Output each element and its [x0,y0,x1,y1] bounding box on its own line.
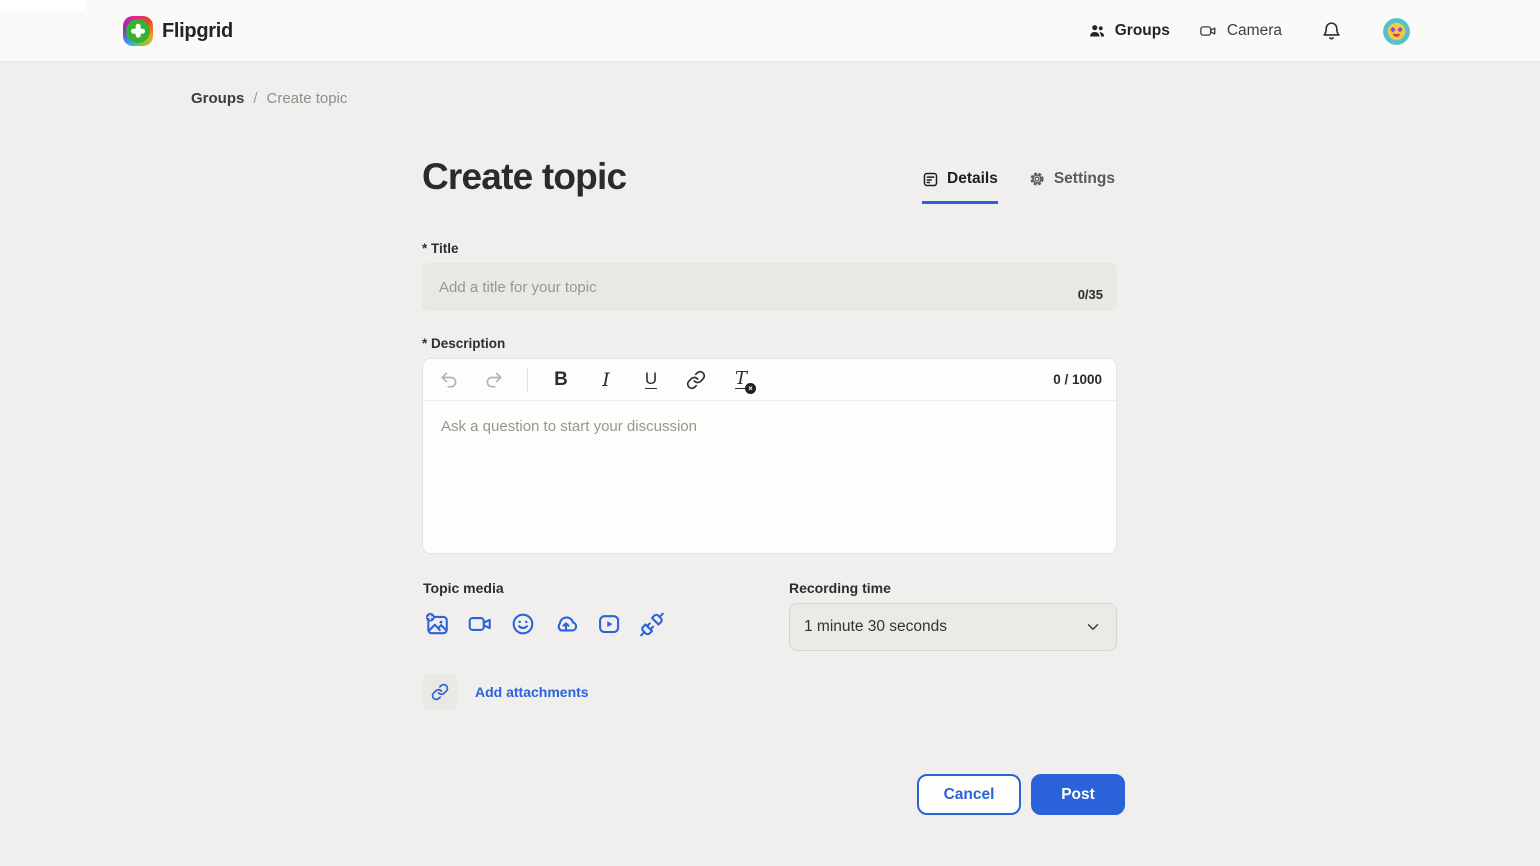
add-video-link-button[interactable] [596,611,622,637]
people-icon [1087,22,1107,40]
underline-button[interactable]: U [645,370,657,389]
integrations-button[interactable] [639,611,665,637]
rich-text-toolbar: B I U T× 0 / 1000 [423,359,1116,401]
clear-formatting-button[interactable]: T× [729,368,753,392]
redo-icon [484,370,504,390]
tab-settings[interactable]: Settings [1028,170,1115,204]
nav-camera[interactable]: Camera [1197,22,1282,40]
details-card-icon [922,171,939,188]
tab-details-label: Details [947,170,998,188]
nav-groups-label: Groups [1115,22,1170,40]
breadcrumb-current: Create topic [267,90,348,107]
add-image-icon [424,611,450,638]
undo-button[interactable] [437,368,461,392]
avatar-emoji-icon [1383,18,1410,45]
recording-time-select[interactable]: 1 minute 30 seconds [789,603,1117,651]
recording-time-label: Recording time [789,580,891,596]
description-textarea[interactable] [423,401,1116,554]
video-camera-icon [467,611,493,637]
tab-details[interactable]: Details [922,170,998,204]
browser-corner-notch [0,0,85,11]
video-play-icon [596,611,622,637]
add-emoji-button[interactable] [510,611,536,637]
add-attachments-label: Add attachments [475,684,589,700]
topic-media-row [424,611,665,637]
topic-media-label: Topic media [423,580,504,596]
upload-media-button[interactable] [553,611,579,637]
chevron-down-icon [1084,618,1102,636]
breadcrumb: Groups / Create topic [191,90,347,107]
cancel-button[interactable]: Cancel [917,774,1021,815]
create-topic-page: Flipgrid Groups [0,0,1540,866]
flipgrid-logo-icon [123,16,153,46]
title-char-counter: 0/35 [1078,287,1103,302]
description-label: * Description [422,336,505,351]
toolbar-divider [527,368,528,392]
notifications-button[interactable] [1321,20,1342,42]
attachment-icon-tile [422,674,458,710]
gear-icon [1028,170,1046,188]
link-icon [686,370,706,390]
video-camera-icon [1197,22,1219,40]
emoji-icon [510,611,536,637]
description-editor: B I U T× 0 / 1000 [422,358,1117,554]
page-title: Create topic [422,156,626,198]
cloud-upload-icon [553,611,579,638]
tab-settings-label: Settings [1054,170,1115,188]
record-video-button[interactable] [467,611,493,637]
tab-bar: Details Settings [922,170,1115,204]
flipgrid-home-link[interactable]: Flipgrid [123,16,233,46]
post-button[interactable]: Post [1031,774,1125,815]
add-attachments-button[interactable]: Add attachments [422,674,589,710]
clear-formatting-icon: T× [735,370,747,390]
form-actions: Cancel Post [917,774,1125,815]
breadcrumb-separator: / [253,90,257,107]
add-image-button[interactable] [424,611,450,637]
redo-button[interactable] [482,368,506,392]
description-char-counter: 0 / 1000 [1053,372,1102,387]
plug-icon [639,611,665,638]
link-icon [431,683,449,701]
user-avatar[interactable] [1383,18,1410,45]
insert-link-button[interactable] [684,368,708,392]
top-nav-actions: Groups Camera [1087,0,1410,62]
nav-groups[interactable]: Groups [1087,22,1170,40]
title-label: * Title [422,241,459,256]
recording-time-value: 1 minute 30 seconds [804,618,947,636]
undo-icon [439,370,459,390]
breadcrumb-groups-link[interactable]: Groups [191,90,244,107]
title-field-wrap: 0/35 [422,263,1117,311]
title-input[interactable] [422,263,1117,311]
italic-button[interactable]: I [594,368,618,392]
bold-button[interactable]: B [549,368,573,392]
brand-name: Flipgrid [162,20,233,43]
nav-camera-label: Camera [1227,22,1282,40]
top-navbar: Flipgrid Groups [0,0,1540,62]
